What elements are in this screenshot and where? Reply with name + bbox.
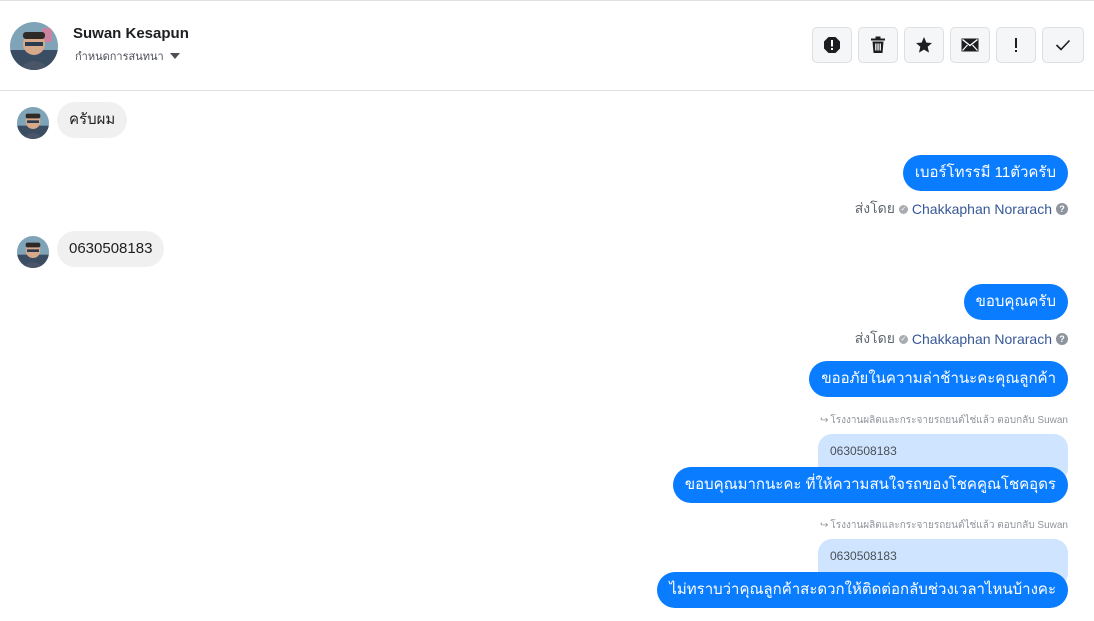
star-icon bbox=[916, 37, 932, 53]
exclamation-icon bbox=[1015, 38, 1017, 52]
avatar[interactable] bbox=[17, 107, 49, 139]
mark-spam-icon bbox=[824, 37, 840, 53]
delete-button[interactable] bbox=[858, 27, 898, 63]
avatar[interactable] bbox=[10, 22, 58, 70]
avatar[interactable] bbox=[17, 236, 49, 268]
outgoing-message[interactable]: ขอบคุณมากนะคะ ที่ให้ความสนใจรถของโชคคูณโ… bbox=[672, 467, 1068, 503]
conversation-header: Suwan Kesapun กำหนดการสนทนา bbox=[0, 1, 1094, 91]
reply-context-text: โรงงานผลิตและกระจายรถยนต์ไช่แล้ว ตอบกลับ… bbox=[830, 415, 1068, 426]
star-button[interactable] bbox=[904, 27, 944, 63]
reply-context-text: โรงงานผลิตและกระจายรถยนต์ไช่แล้ว ตอบกลับ… bbox=[830, 520, 1068, 531]
sent-by-prefix: ส่งโดย bbox=[854, 200, 895, 216]
sent-by-line: ส่งโดย ✓ Chakkaphan Norarach ? bbox=[855, 198, 1068, 220]
incoming-message[interactable]: 0630508183 bbox=[57, 231, 165, 267]
check-icon bbox=[1055, 39, 1071, 51]
conversation-status-dropdown[interactable]: กำหนดการสนทนา bbox=[75, 47, 180, 65]
quoted-message-text: 0630508183 bbox=[830, 549, 897, 563]
header-actions bbox=[812, 27, 1084, 63]
help-icon[interactable]: ? bbox=[1056, 333, 1068, 345]
contact-name[interactable]: Suwan Kesapun bbox=[73, 25, 189, 42]
reply-arrow-icon: ↪ bbox=[819, 520, 829, 531]
reply-arrow-icon: ↪ bbox=[819, 415, 829, 426]
incoming-message[interactable]: ครับผม bbox=[57, 102, 128, 138]
caret-down-icon bbox=[169, 53, 180, 59]
mail-icon bbox=[961, 38, 979, 52]
help-icon[interactable]: ? bbox=[1056, 203, 1068, 215]
reply-context: ↪ โรงงานผลิตและกระจายรถยนต์ไช่แล้ว ตอบกล… bbox=[820, 413, 1068, 428]
outgoing-message[interactable]: เบอร์โทรรมี 11ตัวครับ bbox=[902, 155, 1068, 191]
conversation-status-label: กำหนดการสนทนา bbox=[75, 51, 164, 63]
sent-by-agent[interactable]: Chakkaphan Norarach bbox=[912, 331, 1052, 347]
outgoing-message[interactable]: ไม่ทราบว่าคุณลูกค้าสะดวกให้ติดต่อกลับช่ว… bbox=[657, 572, 1068, 608]
quoted-message-text: 0630508183 bbox=[830, 444, 897, 458]
reply-context: ↪ โรงงานผลิตและกระจายรถยนต์ไช่แล้ว ตอบกล… bbox=[820, 518, 1068, 533]
sent-by-prefix: ส่งโดย bbox=[854, 330, 895, 346]
follow-up-button[interactable] bbox=[996, 27, 1036, 63]
verified-icon: ✓ bbox=[898, 334, 908, 344]
sent-by-line: ส่งโดย ✓ Chakkaphan Norarach ? bbox=[855, 328, 1068, 350]
verified-icon: ✓ bbox=[898, 204, 908, 214]
outgoing-message[interactable]: ขออภัยในความล่าช้านะคะคุณลูกค้า bbox=[809, 361, 1068, 397]
mark-done-button[interactable] bbox=[1042, 27, 1084, 63]
sent-by-agent[interactable]: Chakkaphan Norarach bbox=[912, 201, 1052, 217]
trash-icon bbox=[871, 36, 885, 53]
outgoing-message[interactable]: ขอบคุณครับ bbox=[963, 284, 1068, 320]
mark-unread-button[interactable] bbox=[950, 27, 990, 63]
mark-spam-button[interactable] bbox=[812, 27, 852, 63]
